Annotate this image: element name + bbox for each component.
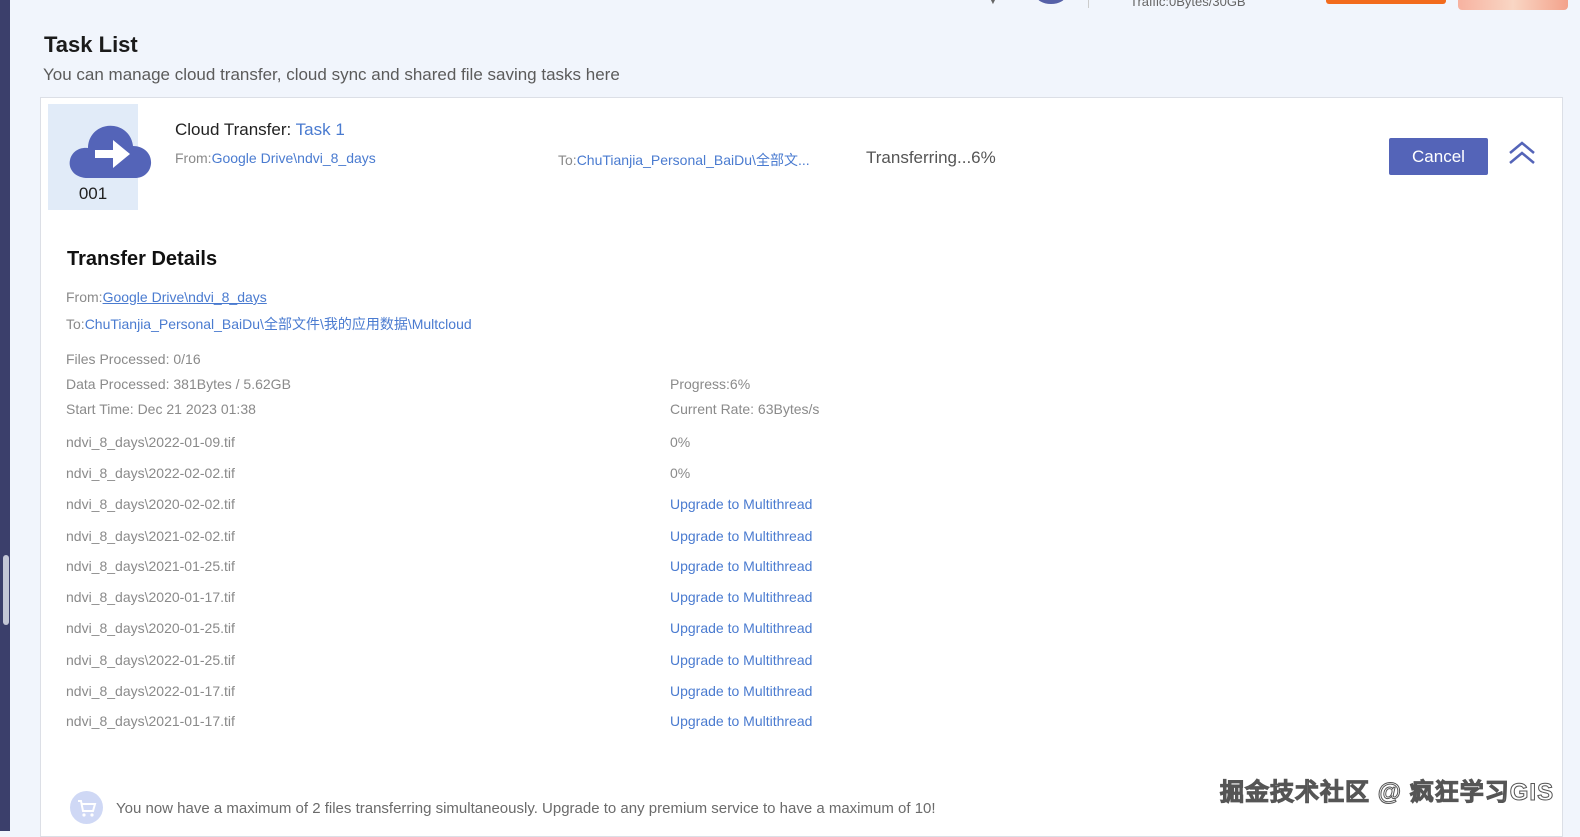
cloud-transfer-icon <box>69 125 152 178</box>
file-name: ndvi_8_days\2022-01-17.tif <box>66 683 235 699</box>
data-processed: Data Processed: 381Bytes / 5.62GB <box>66 376 291 392</box>
page-subtitle: You can manage cloud transfer, cloud syn… <box>43 65 620 84</box>
file-name: ndvi_8_days\2022-01-25.tif <box>66 652 235 668</box>
page-title: Task List <box>44 32 138 57</box>
file-name: ndvi_8_days\2021-01-25.tif <box>66 558 235 574</box>
details-source: From:Google Drive\ndvi_8_days <box>66 289 267 305</box>
to-label: To: <box>66 316 85 332</box>
divider <box>1088 0 1089 8</box>
traffic-usage: Traffic:0Bytes/30GB <box>1130 0 1246 9</box>
upgrade-multithread-link[interactable]: Upgrade to Multithread <box>670 496 812 512</box>
file-name: ndvi_8_days\2022-01-09.tif <box>66 434 235 450</box>
file-name: ndvi_8_days\2021-01-17.tif <box>66 713 235 729</box>
left-sidebar-edge <box>0 0 10 831</box>
details-destination-link[interactable]: ChuTianjia_Personal_BaiDu\全部文件\我的应用数据\Mu… <box>85 316 472 332</box>
file-status: 0% <box>670 465 691 481</box>
destination-path-link[interactable]: ChuTianjia_Personal_BaiDu\全部文... <box>577 152 810 168</box>
task-destination: To:ChuTianjia_Personal_BaiDu\全部文... <box>558 150 810 170</box>
double-chevron-up-icon[interactable] <box>1507 140 1537 171</box>
transfer-status: Transferring...6% <box>866 148 996 167</box>
file-name: ndvi_8_days\2020-01-25.tif <box>66 620 235 636</box>
start-time: Start Time: Dec 21 2023 01:38 <box>66 401 256 417</box>
task-type-label: Cloud Transfer: <box>175 120 292 139</box>
avatar[interactable] <box>1036 0 1066 4</box>
watermark: 掘金技术社区 @ 疯狂学习GIS <box>1219 779 1555 807</box>
file-name: ndvi_8_days\2021-02-02.tif <box>66 528 235 544</box>
upgrade-multithread-link[interactable]: Upgrade to Multithread <box>670 652 812 668</box>
files-processed: Files Processed: 0/16 <box>66 351 201 367</box>
file-name: ndvi_8_days\2020-01-17.tif <box>66 589 235 605</box>
task-title: Cloud Transfer: Task 1 <box>175 120 345 140</box>
from-label: From: <box>175 150 212 166</box>
cart-icon <box>70 791 103 824</box>
task-number: 001 <box>78 184 108 203</box>
task-source: From:Google Drive\ndvi_8_days <box>175 150 376 166</box>
current-rate: Current Rate: 63Bytes/s <box>670 401 820 417</box>
file-status: 0% <box>670 434 691 450</box>
source-path-link[interactable]: Google Drive\ndvi_8_days <box>212 150 376 166</box>
upgrade-multithread-link[interactable]: Upgrade to Multithread <box>670 528 812 544</box>
upgrade-multithread-link[interactable]: Upgrade to Multithread <box>670 683 812 699</box>
upgrade-button[interactable] <box>1326 0 1446 4</box>
upgrade-multithread-link[interactable]: Upgrade to Multithread <box>670 620 812 636</box>
details-source-link[interactable]: Google Drive\ndvi_8_days <box>103 289 267 305</box>
cancel-button[interactable]: Cancel <box>1389 138 1488 175</box>
to-label: To: <box>558 152 577 168</box>
upgrade-multithread-link[interactable]: Upgrade to Multithread <box>670 713 812 729</box>
task-name-link[interactable]: Task 1 <box>296 120 345 139</box>
file-name: ndvi_8_days\2022-02-02.tif <box>66 465 235 481</box>
details-destination: To:ChuTianjia_Personal_BaiDu\全部文件\我的应用数据… <box>66 314 472 334</box>
details-title: Transfer Details <box>67 248 218 270</box>
task-icon-tile: 001 <box>48 104 152 210</box>
top-toolbar: ▼ Traffic:0Bytes/30GB <box>0 0 1580 10</box>
scrollbar-thumb[interactable] <box>3 555 9 625</box>
file-name: ndvi_8_days\2020-02-02.tif <box>66 496 235 512</box>
dropdown-arrow-icon[interactable]: ▼ <box>988 0 998 7</box>
from-label: From: <box>66 289 103 305</box>
progress-value: Progress:6% <box>670 376 751 392</box>
promo-banner[interactable] <box>1458 0 1568 10</box>
upgrade-multithread-link[interactable]: Upgrade to Multithread <box>670 558 812 574</box>
upgrade-notice: You now have a maximum of 2 files transf… <box>116 800 936 817</box>
upgrade-multithread-link[interactable]: Upgrade to Multithread <box>670 589 812 605</box>
